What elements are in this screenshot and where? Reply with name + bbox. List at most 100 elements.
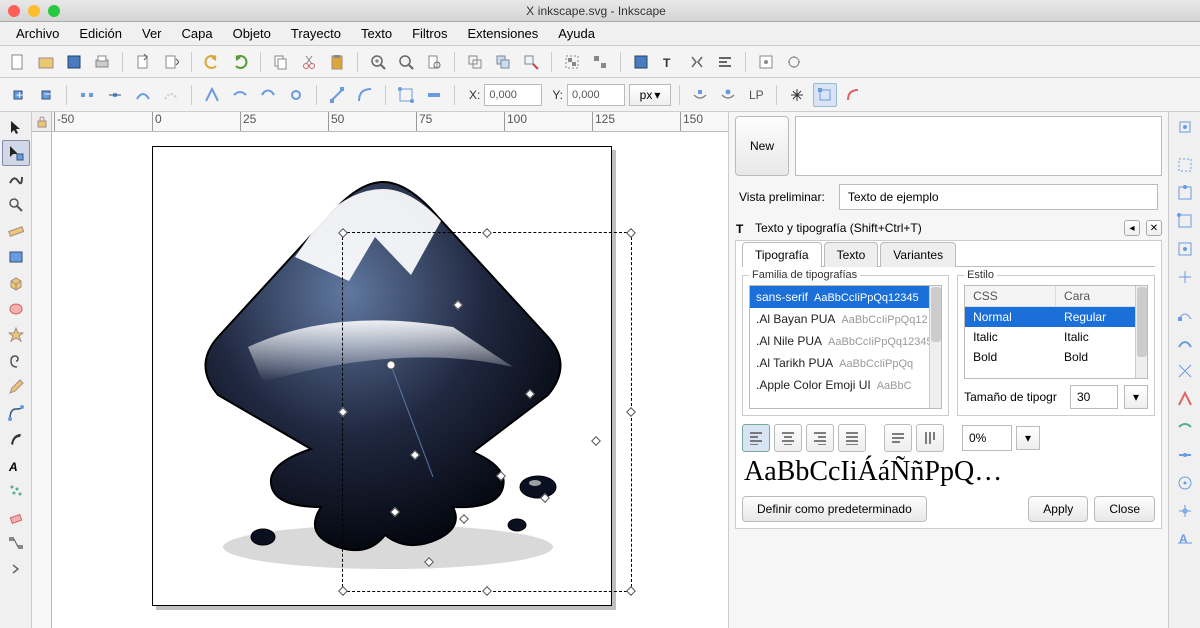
dock-icon[interactable]: ◂ [1124, 220, 1140, 236]
close-panel-icon[interactable]: ✕ [1146, 220, 1162, 236]
delete-segment-icon[interactable] [159, 83, 183, 107]
measure-tool[interactable] [2, 218, 30, 244]
next-path-effect-icon[interactable]: LPE [744, 83, 768, 107]
break-node-icon[interactable] [75, 83, 99, 107]
style-scrollbar[interactable] [1135, 286, 1147, 378]
font-item-al-tarikh[interactable]: .Al Tarikh PUAAaBbCcIiPpQq [750, 352, 941, 374]
clone-icon[interactable] [491, 50, 515, 74]
line-spacing-dropdown[interactable]: ▾ [1016, 426, 1040, 450]
node-smooth-icon[interactable] [228, 83, 252, 107]
font-size-dropdown[interactable]: ▾ [1124, 385, 1148, 409]
menu-trayecto[interactable]: Trayecto [281, 23, 351, 44]
snap-bbox-corner-icon[interactable] [1171, 208, 1199, 234]
node-symmetric-icon[interactable] [256, 83, 280, 107]
align-justify-icon[interactable] [838, 424, 866, 452]
font-item-al-bayan[interactable]: .Al Bayan PUAAaBbCcIiPpQq12 [750, 308, 941, 330]
snap-line-midpoint-icon[interactable] [1171, 442, 1199, 468]
segment-line-icon[interactable] [325, 83, 349, 107]
preview-input[interactable] [839, 184, 1158, 210]
bezier-tool[interactable] [2, 400, 30, 426]
group-icon[interactable] [560, 50, 584, 74]
zoom-in-icon[interactable] [366, 50, 390, 74]
ungroup-icon[interactable] [588, 50, 612, 74]
font-family-list[interactable]: sans-serifAaBbCcIiPpQq12345 .Al Bayan PU… [749, 285, 942, 409]
menu-objeto[interactable]: Objeto [223, 23, 281, 44]
star-tool[interactable] [2, 322, 30, 348]
pencil-tool[interactable] [2, 374, 30, 400]
line-spacing-input[interactable]: 0% [962, 425, 1012, 451]
preferences-icon[interactable] [754, 50, 778, 74]
snap-bbox-edge-icon[interactable] [1171, 180, 1199, 206]
menu-filtros[interactable]: Filtros [402, 23, 457, 44]
input-area[interactable] [795, 116, 1162, 176]
snap-bbox-midpoint-icon[interactable] [1171, 236, 1199, 262]
object-to-path-icon[interactable] [394, 83, 418, 107]
export-icon[interactable] [159, 50, 183, 74]
snap-bbox-center-icon[interactable] [1171, 264, 1199, 290]
segment-curve-icon[interactable] [353, 83, 377, 107]
menu-archivo[interactable]: Archivo [6, 23, 69, 44]
new-button[interactable]: New [735, 116, 789, 176]
delete-node-icon[interactable]: − [34, 83, 58, 107]
tweak-tool[interactable] [2, 166, 30, 192]
document-properties-icon[interactable] [782, 50, 806, 74]
rect-tool[interactable] [2, 244, 30, 270]
selector-tool[interactable] [2, 114, 30, 140]
style-row-bold[interactable]: BoldBold [965, 347, 1147, 367]
unit-select[interactable]: px▾ [629, 84, 671, 106]
stroke-to-path-icon[interactable] [422, 83, 446, 107]
connector-tool[interactable] [2, 530, 30, 556]
apply-button[interactable]: Apply [1028, 496, 1088, 522]
zoom-page-icon[interactable] [422, 50, 446, 74]
fill-stroke-icon[interactable] [629, 50, 653, 74]
spiral-tool[interactable] [2, 348, 30, 374]
font-item-apple-emoji[interactable]: .Apple Color Emoji UIAaBbC [750, 374, 941, 396]
style-row-normal[interactable]: NormalRegular [965, 307, 1147, 327]
snap-enable-icon[interactable] [1171, 114, 1199, 140]
text-tool-side[interactable]: A [2, 452, 30, 478]
duplicate-icon[interactable] [463, 50, 487, 74]
align-left-icon[interactable] [742, 424, 770, 452]
show-handles-icon[interactable] [813, 83, 837, 107]
cut-icon[interactable] [297, 50, 321, 74]
snap-intersection-icon[interactable] [1171, 358, 1199, 384]
zoom-window[interactable] [48, 5, 60, 17]
menu-ver[interactable]: Ver [132, 23, 172, 44]
node-auto-icon[interactable] [284, 83, 308, 107]
show-clip-icon[interactable] [688, 83, 712, 107]
menu-extensiones[interactable]: Extensiones [457, 23, 548, 44]
text-tool-icon[interactable]: T [657, 50, 681, 74]
show-outline-icon[interactable] [841, 83, 865, 107]
tab-tipografia[interactable]: Tipografía [742, 242, 822, 267]
text-vertical-icon[interactable] [916, 424, 944, 452]
menu-edicion[interactable]: Edición [69, 23, 132, 44]
copy-icon[interactable] [269, 50, 293, 74]
font-item-al-nile[interactable]: .Al Nile PUAAaBbCcIiPpQq12345 [750, 330, 941, 352]
redo-icon[interactable] [228, 50, 252, 74]
snap-path-icon[interactable] [1171, 330, 1199, 356]
snap-nodes-icon[interactable] [1171, 302, 1199, 328]
text-horizontal-icon[interactable] [884, 424, 912, 452]
insert-node-icon[interactable]: + [6, 83, 30, 107]
close-window[interactable] [8, 5, 20, 17]
snap-rotation-center-icon[interactable] [1171, 498, 1199, 524]
zoom-tool[interactable] [2, 192, 30, 218]
unlink-clone-icon[interactable] [519, 50, 543, 74]
snap-smooth-icon[interactable] [1171, 414, 1199, 440]
import-icon[interactable] [131, 50, 155, 74]
align-icon[interactable] [713, 50, 737, 74]
style-row-italic[interactable]: ItalicItalic [965, 327, 1147, 347]
zoom-fit-icon[interactable] [394, 50, 418, 74]
show-transform-handles-icon[interactable] [785, 83, 809, 107]
open-file-icon[interactable] [34, 50, 58, 74]
font-style-table[interactable]: CSS Cara NormalRegular ItalicItalic Bold… [964, 285, 1148, 379]
save-file-icon[interactable] [62, 50, 86, 74]
menu-ayuda[interactable]: Ayuda [548, 23, 605, 44]
set-default-button[interactable]: Definir como predeterminado [742, 496, 927, 522]
xml-editor-icon[interactable] [685, 50, 709, 74]
undo-icon[interactable] [200, 50, 224, 74]
ellipse-tool[interactable] [2, 296, 30, 322]
font-size-input[interactable] [1070, 385, 1118, 409]
calligraphy-tool[interactable] [2, 426, 30, 452]
spray-tool[interactable] [2, 478, 30, 504]
